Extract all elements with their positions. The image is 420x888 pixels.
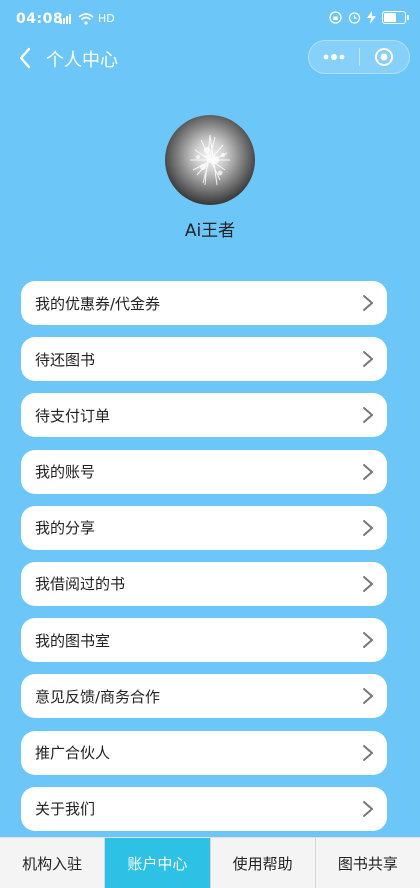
tab-book-sharing[interactable]: 图书共享 bbox=[316, 838, 420, 888]
menu-item-library[interactable]: 我的图书室 bbox=[21, 618, 387, 663]
menu-item-label: 我的账号 bbox=[35, 463, 96, 482]
status-time: 04:08 bbox=[16, 11, 64, 27]
tab-label: 图书共享 bbox=[337, 854, 398, 873]
chevron-right-icon bbox=[363, 463, 374, 480]
target-circle-icon bbox=[375, 48, 394, 66]
chevron-right-icon bbox=[363, 575, 374, 592]
menu-item-account[interactable]: 我的账号 bbox=[21, 449, 387, 494]
menu-item-coupons[interactable]: 我的优惠券/代金券 bbox=[21, 281, 387, 325]
tab-label: 机构入驻 bbox=[22, 854, 83, 873]
alarm-icon bbox=[348, 12, 361, 24]
menu-item-label: 意见反馈/商务合作 bbox=[35, 687, 161, 706]
network-badge: HD bbox=[98, 12, 115, 25]
chevron-right-icon bbox=[363, 744, 374, 761]
menu-item-label: 关于我们 bbox=[35, 800, 96, 819]
status-right bbox=[329, 11, 409, 24]
chevron-right-icon bbox=[363, 800, 374, 817]
close-button[interactable] bbox=[360, 41, 410, 73]
menu-item-label: 我的图书室 bbox=[35, 631, 111, 650]
menu-item-share[interactable]: 我的分享 bbox=[21, 505, 387, 550]
menu-item-label: 待支付订单 bbox=[35, 406, 111, 425]
menu-item-label: 待还图书 bbox=[35, 350, 96, 369]
chevron-right-icon bbox=[363, 351, 374, 368]
username: Ai王者 bbox=[184, 221, 236, 241]
back-arrow-icon[interactable] bbox=[14, 44, 36, 72]
chevron-right-icon bbox=[363, 295, 374, 311]
chevron-right-icon bbox=[363, 632, 374, 649]
menu-item-about[interactable]: 关于我们 bbox=[21, 786, 387, 831]
tab-account-center[interactable]: 账户中心 bbox=[105, 838, 211, 888]
menu-item-partner[interactable]: 推广合伙人 bbox=[21, 730, 387, 775]
menu-item-feedback[interactable]: 意见反馈/商务合作 bbox=[21, 674, 387, 719]
menu-item-label: 我的优惠券/代金券 bbox=[35, 294, 161, 313]
page-title: 个人中心 bbox=[46, 50, 118, 71]
menu-item-pending-orders[interactable]: 待支付订单 bbox=[21, 393, 387, 438]
tab-bar: 机构入驻 账户中心 使用帮助 图书共享 bbox=[0, 837, 420, 888]
mini-program-capsule bbox=[308, 40, 410, 74]
chevron-right-icon bbox=[363, 688, 374, 705]
chevron-right-icon bbox=[363, 519, 374, 536]
avatar[interactable] bbox=[165, 115, 255, 205]
menu-item-borrowed-books[interactable]: 我借阅过的书 bbox=[21, 561, 387, 606]
tab-institution-join[interactable]: 机构入驻 bbox=[0, 838, 106, 888]
charging-icon bbox=[367, 11, 376, 24]
battery-icon bbox=[382, 11, 409, 24]
avatar-image bbox=[190, 134, 230, 186]
menu-item-label: 我的分享 bbox=[35, 519, 96, 538]
status-bar: 04:08 HD bbox=[0, 0, 420, 36]
menu-item-label: 推广合伙人 bbox=[35, 744, 111, 762]
chevron-right-icon bbox=[363, 407, 374, 424]
signal-icon bbox=[60, 14, 71, 24]
wifi-icon bbox=[78, 12, 94, 25]
more-button[interactable] bbox=[309, 41, 359, 73]
menu-list: 我的优惠券/代金券 待还图书 待支付订单 我的账号 我的分享 我借阅过的书 我的… bbox=[21, 281, 387, 843]
menu-item-label: 我借阅过的书 bbox=[35, 575, 126, 594]
nav-bar: 个人中心 bbox=[0, 36, 420, 80]
lock-rotation-icon bbox=[329, 11, 342, 24]
tab-label: 使用帮助 bbox=[232, 854, 293, 873]
tab-help[interactable]: 使用帮助 bbox=[211, 838, 316, 888]
menu-item-books-to-return[interactable]: 待还图书 bbox=[21, 337, 387, 382]
ellipsis-icon bbox=[323, 54, 345, 60]
tab-label: 账户中心 bbox=[127, 854, 188, 873]
signal-indicators: HD bbox=[60, 12, 115, 25]
